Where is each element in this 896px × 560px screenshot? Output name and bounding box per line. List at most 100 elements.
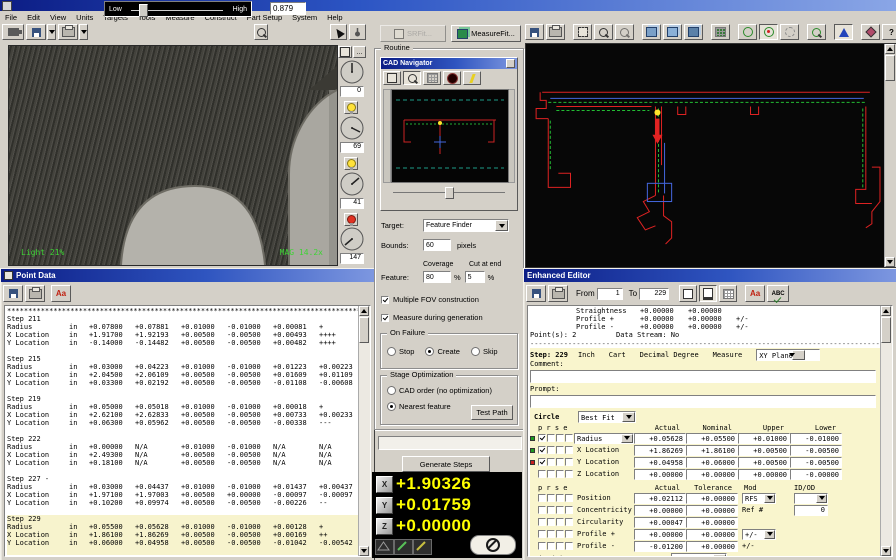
dark-view-button[interactable] [443,71,461,85]
value-cell[interactable]: +0.00000 [686,469,738,480]
copy-dropdown[interactable] [47,24,56,40]
table-row[interactable]: Radiusin+0.05500+0.05628+0.01000-0.01000… [7,523,358,531]
value-cell[interactable]: +1.86269 [634,445,686,456]
light-value-2[interactable]: 69 [340,142,364,153]
plane-select[interactable]: XY Plane [756,349,820,361]
autofocus-button[interactable] [254,24,268,40]
scroll-down-button[interactable] [885,257,895,267]
cad-navigator-slider[interactable] [391,186,507,198]
checkbox[interactable] [556,470,564,478]
table-row[interactable]: X Location+1.86269+1.86100+0.00500-0.005… [530,444,880,456]
dropdown-button[interactable] [792,350,805,360]
value-cell[interactable]: +0.00000 [686,505,738,516]
help-button[interactable]: ? [882,24,896,40]
table-row[interactable]: X Locationin+2.62100+2.62833+0.00500-0.0… [7,411,358,419]
value-cell[interactable]: +0.00000 [686,517,738,528]
light-bulb-button-3[interactable] [344,157,358,170]
checkbox[interactable] [538,542,546,550]
radio-cad-order[interactable] [387,386,396,395]
checkbox[interactable] [547,446,555,454]
measure-during-checkbox[interactable] [381,314,389,322]
light-panel-button[interactable] [338,46,352,58]
dropdown-button[interactable] [713,554,726,558]
scroll-up-button[interactable] [881,306,891,316]
axis-y-button[interactable]: Y [376,497,393,514]
value-cell[interactable]: +0.05628 [634,433,686,444]
table-row[interactable]: Z Location+0.00000+0.00000+0.00000-0.000… [530,468,880,480]
paint-button[interactable] [861,24,880,40]
checkbox[interactable] [565,458,573,466]
radio-nearest-feature[interactable] [387,402,396,411]
table-row[interactable]: X Locationin+2.04500+2.06109+0.00500-0.0… [7,371,358,379]
triangle-tool-button[interactable] [834,24,853,40]
table-row[interactable]: Y Locationin+0.06300+0.05962+0.00500-0.0… [7,419,358,427]
checkbox[interactable] [547,542,555,550]
enhanced-editor-body[interactable]: Straightness+0.00000+0.00000Profile ++0.… [527,305,893,557]
value-cell[interactable]: +0.00000 [686,541,738,552]
enhanced-editor-scrollbar[interactable] [880,306,892,556]
light-bulb-button-2[interactable] [344,101,358,114]
lightning-button[interactable] [463,71,481,85]
axis-x-button[interactable]: X [376,476,393,493]
table-row[interactable]: Radiusin+0.05000+0.05018+0.01000-0.01000… [7,403,358,411]
circle-selected-button[interactable] [759,24,778,40]
value-cell[interactable]: -0.01200 [634,541,686,552]
table-row[interactable]: X Locationin+1.86100+1.86269+0.00500-0.0… [7,531,358,539]
checkbox[interactable] [538,458,546,466]
copy-image-button[interactable] [26,24,46,40]
table-row[interactable]: Profile --0.01200+0.00000+/- [530,540,880,552]
zoom-in-button[interactable] [594,24,613,40]
menu-edit[interactable]: Edit [22,13,45,22]
dropdown-button[interactable] [622,412,635,422]
radio-stop[interactable] [387,347,396,356]
zoom-out-button[interactable] [615,24,634,40]
slider-thumb[interactable] [445,187,454,199]
checkbox[interactable] [547,530,555,538]
ref-number-box[interactable]: 0 [794,505,828,516]
multiple-fov-checkbox[interactable] [381,296,389,304]
table-row[interactable]: Y Locationin+0.10200+0.09974+0.00500-0.0… [7,499,358,507]
table-row[interactable]: Radius+0.05628+0.05500+0.01000-0.01000 [530,432,880,444]
video-view[interactable]: Light 21% MAG 14.2x [8,45,338,266]
pan-left-strip[interactable] [383,89,391,183]
scroll-up-button[interactable] [359,306,369,316]
view-compact-button[interactable] [679,285,697,302]
scroll-up-button[interactable] [885,44,895,54]
coverage-input[interactable] [423,271,451,283]
value-cell[interactable]: -0.00000 [790,469,842,480]
multiple-fov-row[interactable]: Multiple FOV construction [381,295,479,304]
to-input[interactable] [639,288,669,300]
font-button[interactable]: Aa [745,285,765,302]
value-cell[interactable]: +0.05500 [686,433,738,444]
value-cell[interactable]: -0.01000 [790,433,842,444]
checkbox[interactable] [565,530,573,538]
checkbox[interactable] [565,470,573,478]
inspect-zoom-button[interactable] [807,24,826,40]
preset-button-1[interactable] [394,539,413,555]
light-dial-3[interactable] [339,171,365,197]
value-cell[interactable]: +0.00047 [634,517,686,528]
value-cell[interactable]: -0.00500 [790,445,842,456]
table-row[interactable]: Y Locationin-0.14000-0.14482+0.00500-0.0… [7,339,358,347]
dropdown-button[interactable] [764,530,775,539]
value-cell[interactable]: +0.00000 [738,469,790,480]
table-row[interactable]: Y Locationin+0.03300+0.02192+0.00500-0.0… [7,379,358,387]
test-path-button[interactable]: Test Path [471,405,513,420]
generate-steps-button[interactable]: Generate Steps [402,456,490,472]
light-dial-2[interactable] [339,115,365,141]
light-value-4[interactable]: 147 [340,253,364,264]
checkbox[interactable] [547,458,555,466]
light-bulb-button-4[interactable] [344,213,358,226]
table-row[interactable]: Y Locationin+0.06000+0.04958+0.00500-0.0… [7,539,358,547]
zoom-window-button[interactable] [403,71,421,85]
checkbox[interactable] [565,434,573,442]
fit-select[interactable]: Best Fit [578,411,636,423]
checkbox[interactable] [556,458,564,466]
preset-button-2[interactable] [413,539,432,555]
table-row[interactable]: Radiusin+0.00000N/A+0.01000-0.01000N/AN/… [7,443,358,451]
menu-view[interactable]: View [45,13,71,22]
checkbox[interactable] [556,506,564,514]
idod-select[interactable] [794,493,828,504]
slider-thumb[interactable] [139,4,148,17]
table-row[interactable]: Radiusin+0.03000+0.04223+0.01000-0.01000… [7,363,358,371]
